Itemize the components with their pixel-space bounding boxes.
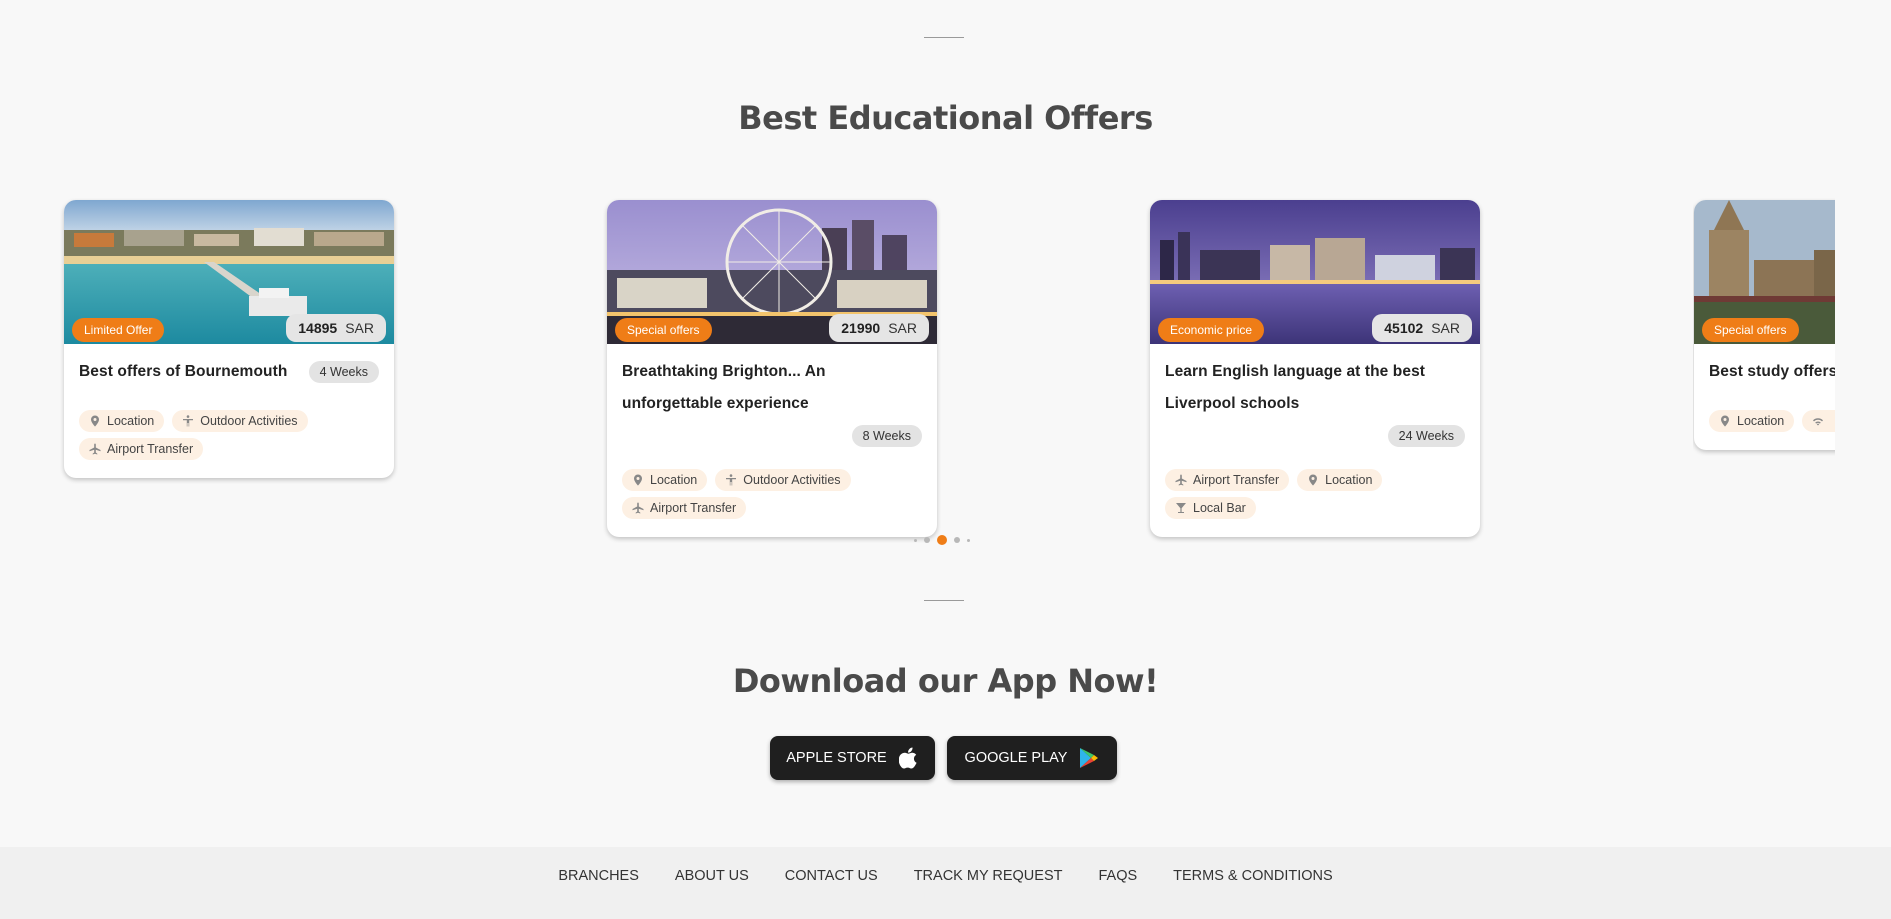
carousel-dot[interactable] — [924, 537, 930, 543]
tag-airport-transfer: Airport Transfer — [1165, 469, 1290, 491]
price-currency: SAR — [345, 320, 374, 336]
carousel-dot-active[interactable] — [937, 535, 947, 545]
offer-card-image: Limited Offer 14895 SAR — [64, 200, 394, 344]
tag-location: Location — [1709, 410, 1795, 432]
tag-wifi — [1802, 410, 1835, 432]
carousel-dot[interactable] — [954, 537, 960, 543]
offer-card[interactable]: Special offers Best study offers Locatio… — [1694, 200, 1835, 450]
offer-badge: Special offers — [615, 318, 712, 342]
tag-airport-transfer: Airport Transfer — [79, 438, 204, 460]
footer: BRANCHES ABOUT US CONTACT US TRACK MY RE… — [0, 847, 1891, 919]
airplane-icon — [632, 502, 644, 514]
cocktail-glass-icon — [1176, 503, 1186, 513]
apple-icon — [898, 747, 917, 769]
location-pin-icon — [634, 474, 642, 486]
offer-badge: Limited Offer — [72, 318, 165, 342]
offer-title[interactable]: Best offers of Bournemouth — [79, 356, 287, 388]
offer-card-image: Special offers 21990 SAR — [607, 200, 937, 344]
footer-link-terms[interactable]: TERMS & CONDITIONS — [1173, 868, 1333, 919]
airplane-icon — [89, 443, 101, 455]
tag-location: Location — [79, 410, 165, 432]
location-pin-icon — [91, 415, 99, 427]
google-play-icon — [1080, 748, 1099, 768]
offer-card[interactable]: Economic price 45102 SAR Learn English la… — [1150, 200, 1480, 537]
footer-link-track-request[interactable]: TRACK MY REQUEST — [914, 868, 1063, 919]
offers-section-title: Best Educational Offers — [738, 99, 1153, 137]
offer-title[interactable]: Best study offers — [1709, 356, 1835, 388]
section-divider — [924, 37, 964, 38]
tag-location: Location — [1297, 469, 1383, 491]
app-section-title: Download our App Now! — [732, 662, 1159, 700]
tag-outdoor-activities: Outdoor Activities — [172, 410, 308, 432]
person-activity-icon — [183, 415, 194, 427]
offer-card[interactable]: Limited Offer 14895 SAR Best offers of Bo… — [64, 200, 394, 478]
duration-badge: 24 Weeks — [1387, 425, 1465, 447]
person-activity-icon — [726, 474, 737, 486]
price-value: 45102 — [1384, 320, 1424, 336]
tag-airport-transfer: Airport Transfer — [622, 497, 747, 519]
offer-badge: Special offers — [1702, 318, 1799, 342]
location-pin-icon — [1309, 474, 1318, 486]
duration-badge: 4 Weeks — [308, 361, 379, 383]
carousel-dot[interactable] — [967, 538, 970, 542]
offer-card-image: Special offers — [1694, 200, 1835, 344]
footer-link-branches[interactable]: BRANCHES — [558, 868, 639, 919]
price-badge: 45102 SAR — [1372, 314, 1472, 342]
apple-store-button[interactable]: APPLE STORE — [770, 736, 935, 780]
apple-store-label: APPLE STORE — [786, 750, 887, 766]
offer-card-image: Economic price 45102 SAR — [1150, 200, 1480, 344]
airplane-icon — [1175, 474, 1187, 486]
wifi-icon — [1813, 418, 1824, 426]
price-value: 14895 — [298, 320, 338, 336]
carousel-dot[interactable] — [914, 538, 917, 542]
tag-local-bar: Local Bar — [1165, 497, 1256, 519]
price-currency: SAR — [1431, 320, 1460, 336]
price-badge: 14895 SAR — [286, 314, 386, 342]
offer-title[interactable]: Breathtaking Brighton... An unforgettabl… — [622, 356, 922, 420]
price-badge: 21990 SAR — [829, 314, 929, 342]
footer-link-faqs[interactable]: FAQS — [1098, 868, 1137, 919]
price-value: 21990 — [841, 320, 881, 336]
tag-location: Location — [622, 469, 708, 491]
footer-link-contact-us[interactable]: CONTACT US — [785, 868, 878, 919]
footer-link-about-us[interactable]: ABOUT US — [675, 868, 749, 919]
google-play-button[interactable]: GOOGLE PLAY — [947, 736, 1117, 780]
offer-badge: Economic price — [1158, 318, 1265, 342]
price-currency: SAR — [888, 320, 917, 336]
tag-outdoor-activities: Outdoor Activities — [715, 469, 851, 491]
location-pin-icon — [1721, 415, 1729, 427]
offer-title[interactable]: Learn English language at the best Liver… — [1165, 356, 1465, 420]
carousel-pagination — [914, 535, 970, 545]
carousel-clip: Special offers Best study offers Locatio… — [1693, 196, 1835, 476]
section-divider — [924, 600, 964, 601]
google-play-label: GOOGLE PLAY — [964, 750, 1068, 766]
duration-badge: 8 Weeks — [851, 425, 922, 447]
offer-card[interactable]: Special offers 21990 SAR Breathtaking Bri… — [607, 200, 937, 537]
